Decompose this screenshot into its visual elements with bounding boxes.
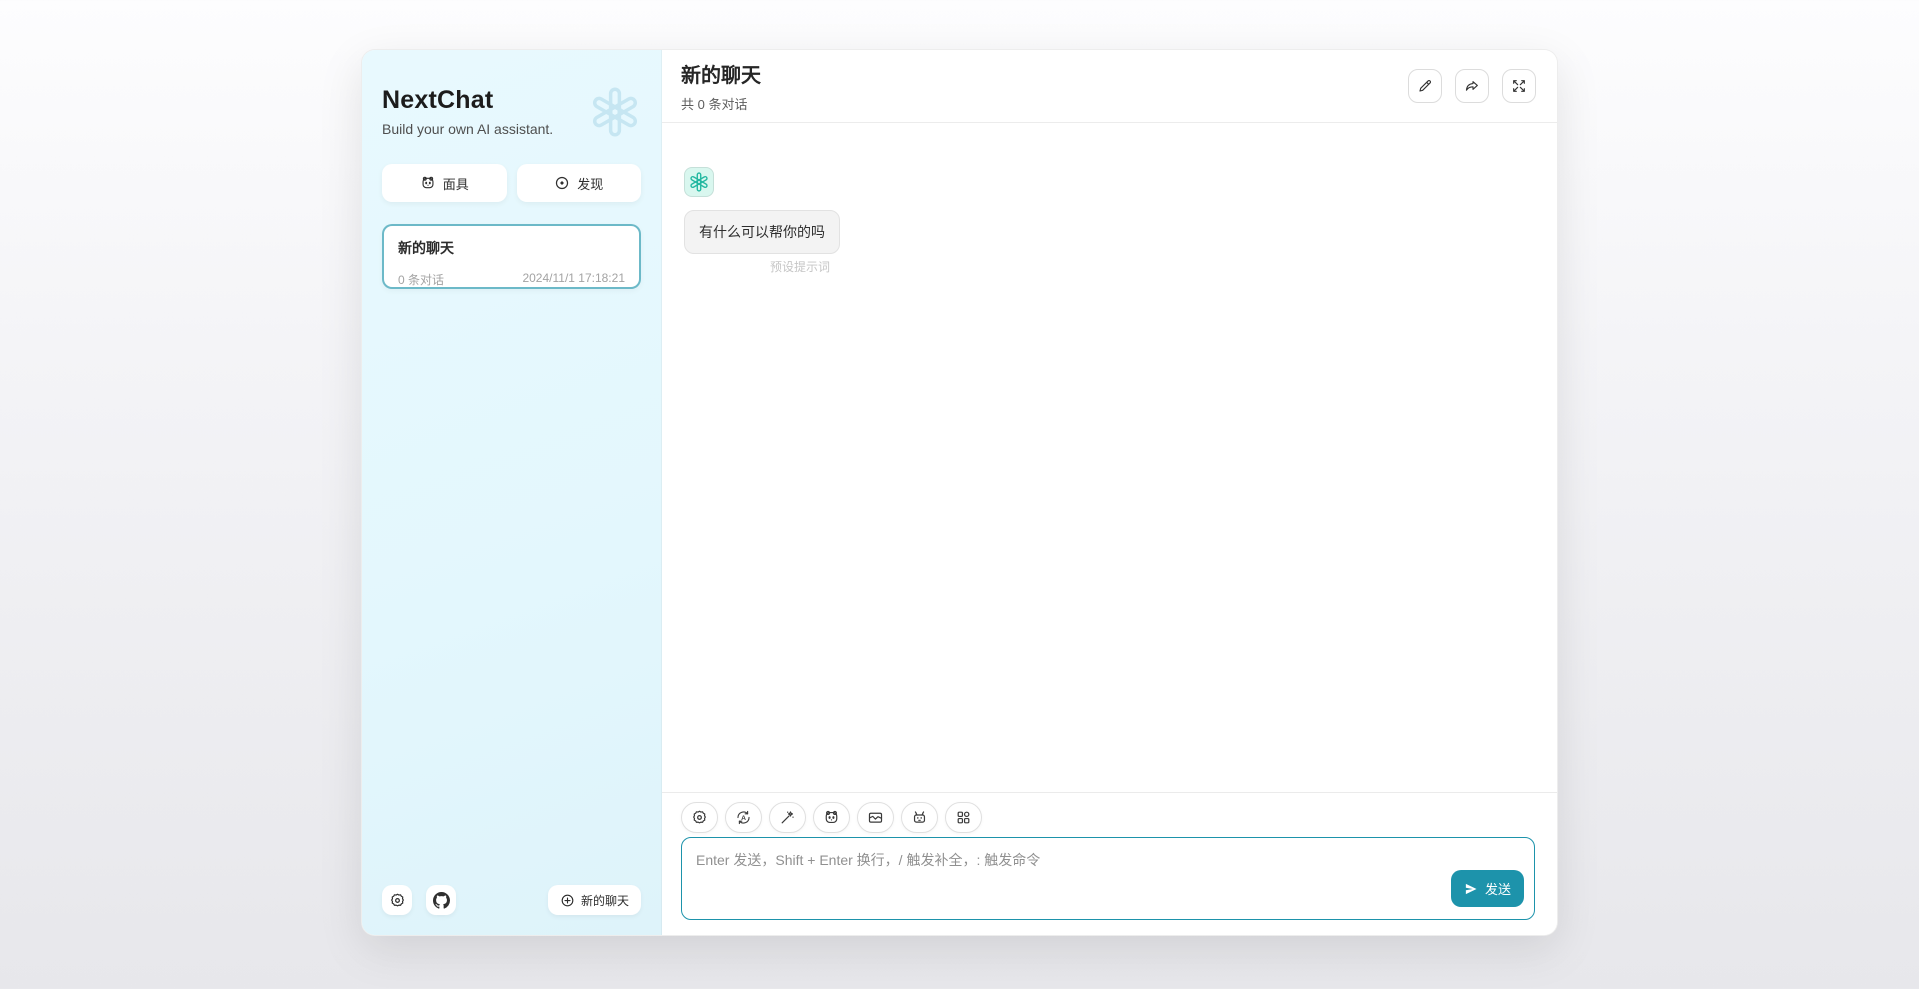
robot-icon [911, 809, 928, 826]
masks-button-label: 面具 [443, 174, 469, 193]
new-chat-button-label: 新的聊天 [581, 892, 629, 909]
masks-action-button[interactable] [813, 802, 850, 833]
clear-context-button[interactable] [857, 802, 894, 833]
chat-list: 新的聊天 0 条对话 2024/11/1 17:18:21 [382, 224, 641, 289]
grid-icon [955, 809, 972, 826]
openai-logo-icon [688, 171, 710, 193]
chat-message-list: 有什么可以帮你的吗 预设提示词 [662, 123, 1557, 792]
send-plane-icon [1464, 882, 1478, 896]
chat-item-time: 2024/11/1 17:18:21 [522, 271, 625, 288]
chat-list-item[interactable]: 新的聊天 0 条对话 2024/11/1 17:18:21 [382, 224, 641, 289]
chat-input-box: 发送 [681, 837, 1535, 920]
share-icon [1464, 78, 1480, 94]
mask-icon [420, 175, 436, 191]
chat-item-title: 新的聊天 [398, 238, 625, 258]
share-button[interactable] [1455, 69, 1489, 103]
chat-input[interactable] [682, 838, 1534, 919]
assistant-avatar [684, 167, 714, 197]
fullscreen-icon [1511, 78, 1527, 94]
settings-button[interactable] [382, 885, 412, 915]
chat-item-count: 0 条对话 [398, 271, 444, 288]
preset-prompt-hint: 预设提示词 [684, 258, 840, 275]
gear-icon [389, 892, 406, 909]
pencil-icon [1417, 78, 1433, 94]
sidebar: NextChat Build your own AI assistant. 面具 [362, 50, 662, 935]
theme-button[interactable]: A [725, 802, 762, 833]
clear-context-icon [867, 809, 884, 826]
send-button-label: 发送 [1485, 879, 1511, 898]
discover-icon [554, 175, 570, 191]
chat-header: 新的聊天 共 0 条对话 [662, 50, 1557, 123]
github-button[interactable] [426, 885, 456, 915]
chat-subtitle: 共 0 条对话 [681, 94, 761, 113]
rename-button[interactable] [1408, 69, 1442, 103]
chat-settings-button[interactable] [681, 802, 718, 833]
chat-title: 新的聊天 [681, 59, 761, 88]
fullscreen-button[interactable] [1502, 69, 1536, 103]
chat-panel: 新的聊天 共 0 条对话 [662, 50, 1557, 935]
masks-button[interactable]: 面具 [382, 164, 507, 202]
settings-icon [691, 809, 708, 826]
assistant-message: 有什么可以帮你的吗 预设提示词 [684, 167, 1533, 275]
chat-input-actions: A [681, 802, 1535, 833]
message-bubble[interactable]: 有什么可以帮你的吗 [684, 210, 840, 254]
plus-circle-icon [560, 893, 575, 908]
app-logo-icon [587, 84, 643, 140]
chat-header-actions [1408, 69, 1536, 103]
svg-text:A: A [741, 815, 746, 822]
app-window: NextChat Build your own AI assistant. 面具 [361, 49, 1558, 936]
theme-icon: A [735, 809, 752, 826]
mask-icon [823, 809, 840, 826]
magic-wand-icon [779, 809, 796, 826]
github-icon [433, 892, 450, 909]
discover-button-label: 发现 [577, 174, 603, 193]
discover-button[interactable]: 发现 [517, 164, 642, 202]
model-button[interactable] [901, 802, 938, 833]
chat-input-panel: A [662, 792, 1557, 935]
send-button[interactable]: 发送 [1451, 870, 1524, 907]
new-chat-button[interactable]: 新的聊天 [548, 885, 641, 915]
sidebar-footer: 新的聊天 [382, 885, 641, 915]
plugins-button[interactable] [945, 802, 982, 833]
prompts-button[interactable] [769, 802, 806, 833]
sidebar-button-row: 面具 发现 [382, 164, 641, 202]
